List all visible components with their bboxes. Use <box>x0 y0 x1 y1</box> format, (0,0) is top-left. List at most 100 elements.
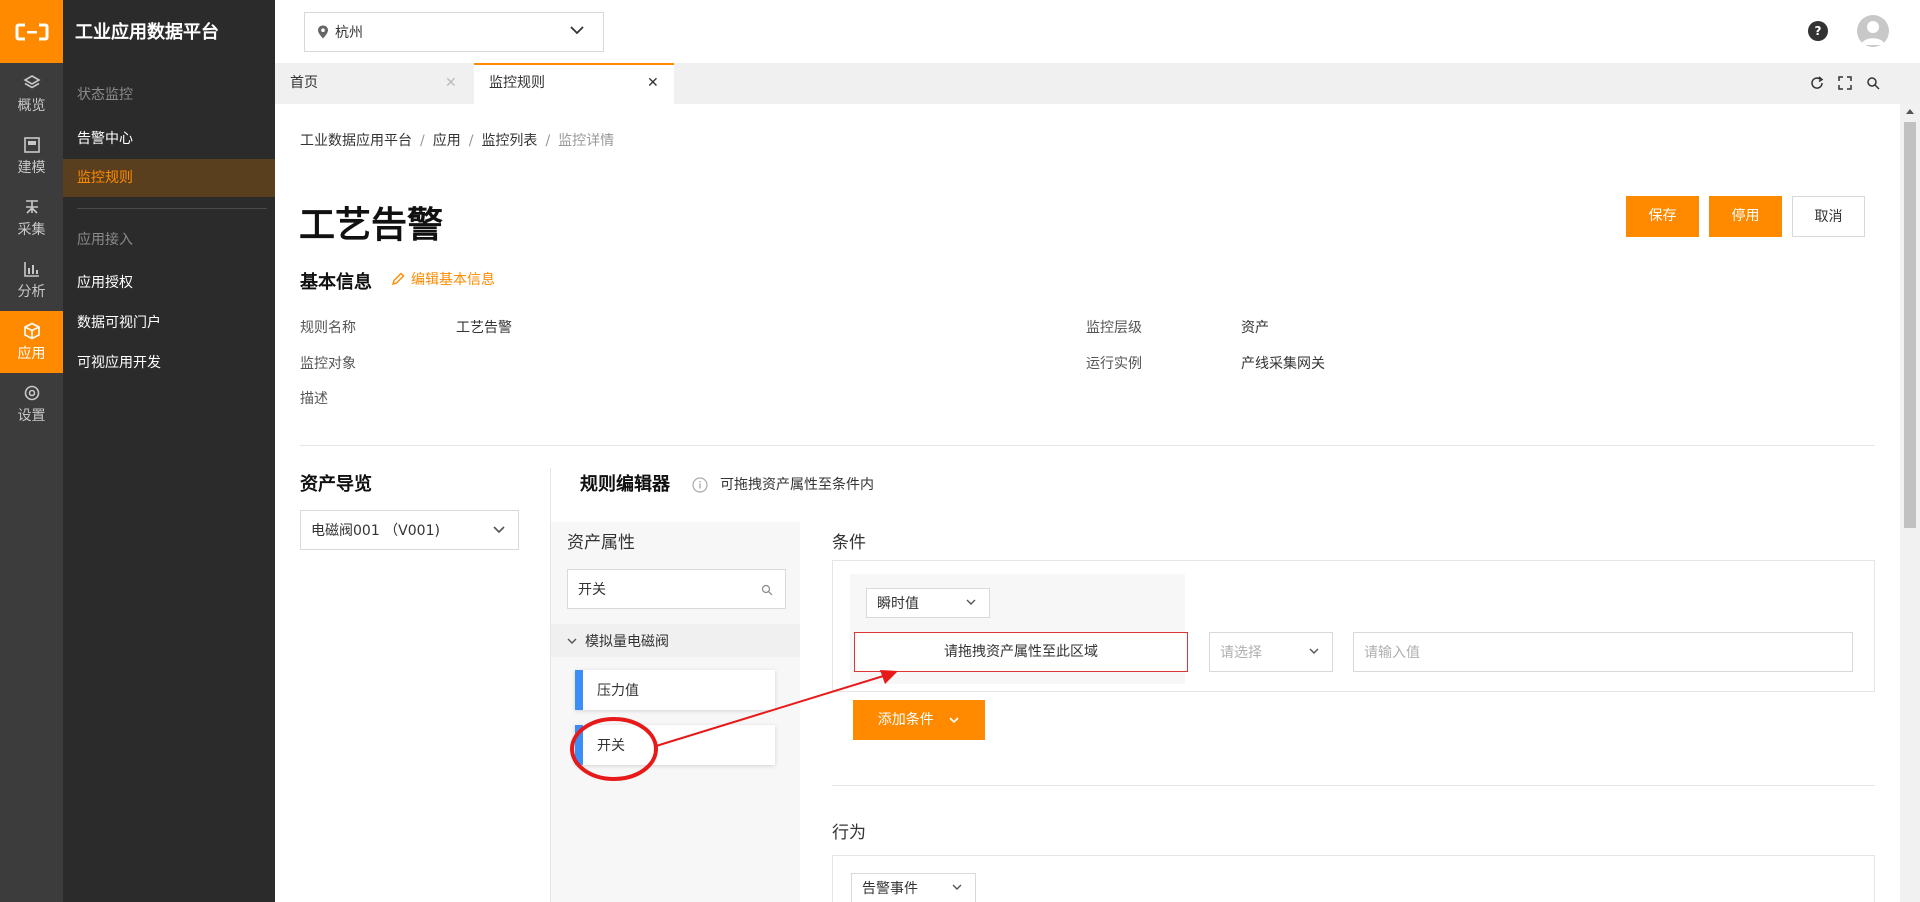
value-type-select[interactable]: 瞬时值 <box>866 588 990 618</box>
logo-icon[interactable] <box>0 0 63 63</box>
asset-nav-title: 资产导览 <box>300 474 372 495</box>
search-icon <box>761 584 773 596</box>
layers-icon <box>22 74 41 88</box>
rail-item-overview[interactable]: 概览 <box>0 63 63 125</box>
basic-info-title: 基本信息 <box>300 272 372 293</box>
cancel-button[interactable]: 取消 <box>1792 196 1865 237</box>
cube-icon <box>23 322 40 339</box>
tab-label: 首页 <box>290 75 318 91</box>
operator-select[interactable]: 请选择 <box>1209 632 1333 672</box>
page-scrollbar[interactable] <box>1900 104 1920 902</box>
rail-label: 应用 <box>17 345 46 362</box>
rail-label: 采集 <box>17 221 46 238</box>
pencil-icon <box>391 272 405 286</box>
search-icon[interactable] <box>1866 76 1880 90</box>
model-icon <box>23 136 40 153</box>
breadcrumb-item[interactable]: 工业数据应用平台 <box>300 133 412 149</box>
property-search-input[interactable]: 开关 <box>567 569 786 609</box>
tab-monitor-rules[interactable]: 监控规则 ✕ <box>474 63 674 104</box>
run-instance-value: 产线采集网关 <box>1241 356 1325 372</box>
value-type-value: 瞬时值 <box>877 596 919 612</box>
chevron-down-icon <box>570 26 584 35</box>
rail-item-apps[interactable]: 应用 <box>0 311 63 373</box>
tab-label: 监控规则 <box>489 75 545 91</box>
page-title: 工艺告警 <box>299 205 444 246</box>
annotation-circle <box>570 717 658 781</box>
close-icon[interactable]: ✕ <box>647 65 659 102</box>
save-button[interactable]: 保存 <box>1626 196 1699 237</box>
tab-toolbar <box>1810 76 1880 90</box>
monitor-object-label: 监控对象 <box>300 356 356 372</box>
nav-item-alarm-center[interactable]: 告警中心 <box>63 120 275 158</box>
annotation-arrowhead <box>880 670 898 684</box>
breadcrumb-item[interactable]: 应用 <box>433 133 461 149</box>
asset-select-value: 电磁阀001 （V001) <box>311 523 440 539</box>
main-content: 工业数据应用平台 / 应用 / 监控列表 / 监控详情 工艺告警 保存 停用 取消 基本信息… <box>275 104 1900 902</box>
annotation-arrow-line <box>655 673 891 747</box>
breadcrumb-current: 监控详情 <box>558 133 615 149</box>
nav-item-visual-dev[interactable]: 可视应用开发 <box>63 344 275 382</box>
edit-basic-info-link[interactable]: 编辑基本信息 <box>391 269 495 289</box>
condition-title: 条件 <box>832 533 866 553</box>
rail-label: 设置 <box>17 407 46 424</box>
rail-label: 概览 <box>17 97 46 114</box>
chevron-down-icon <box>493 526 505 534</box>
scroll-up-icon[interactable] <box>1900 104 1920 120</box>
collect-icon <box>25 199 38 214</box>
asset-properties-title: 资产属性 <box>567 533 635 553</box>
chevron-down-icon <box>949 717 959 724</box>
info-icon <box>692 477 708 493</box>
section-divider <box>832 785 1875 786</box>
rail-label: 建模 <box>17 159 46 176</box>
action-type-value: 告警事件 <box>862 881 918 897</box>
chart-icon <box>23 261 39 277</box>
avatar[interactable] <box>1857 15 1889 47</box>
top-bar: 杭州 ? <box>275 0 1920 63</box>
nav-item-monitor-rules[interactable]: 监控规则 <box>63 159 275 197</box>
condition-value-input[interactable]: 请输入值 <box>1353 632 1853 672</box>
nav-item-data-portal[interactable]: 数据可视门户 <box>63 304 275 342</box>
condition-value-placeholder: 请输入值 <box>1364 645 1420 661</box>
help-icon[interactable]: ? <box>1808 21 1828 41</box>
rail-item-collect[interactable]: 采集 <box>0 187 63 249</box>
action-box <box>832 855 1875 902</box>
nav-divider <box>77 208 267 209</box>
breadcrumb-item[interactable]: 监控列表 <box>481 133 537 149</box>
monitor-level-label: 监控层级 <box>1086 320 1142 336</box>
section-divider <box>300 445 1875 446</box>
rail-item-modeling[interactable]: 建模 <box>0 125 63 187</box>
chevron-down-icon <box>1309 648 1319 654</box>
close-icon[interactable]: ✕ <box>445 63 457 104</box>
rule-name-value: 工艺告警 <box>456 320 512 336</box>
action-type-select[interactable]: 告警事件 <box>851 873 976 902</box>
tab-bar: 首页 ✕ 监控规则 ✕ <box>275 63 1920 104</box>
city-value: 杭州 <box>335 25 363 41</box>
rule-editor-title: 规则编辑器 <box>580 474 670 495</box>
nav-group-app-access: 应用接入 <box>77 232 133 248</box>
asset-select[interactable]: 电磁阀001 （V001) <box>300 510 519 550</box>
description-label: 描述 <box>300 391 328 407</box>
refresh-icon[interactable] <box>1810 76 1824 90</box>
city-select[interactable]: 杭州 <box>304 12 604 52</box>
tree-group-valve[interactable]: 模拟量电磁阀 <box>551 624 800 657</box>
breadcrumb: 工业数据应用平台 / 应用 / 监控列表 / 监控详情 <box>300 133 615 149</box>
tree-group-label: 模拟量电磁阀 <box>585 633 669 650</box>
scrollbar-thumb[interactable] <box>1904 122 1916 528</box>
rule-name-label: 规则名称 <box>300 320 356 336</box>
tab-home[interactable]: 首页 ✕ <box>275 63 465 104</box>
sub-navigation: 工业应用数据平台 状态监控 告警中心 监控规则 应用接入 应用授权 数据可视门户… <box>63 0 275 902</box>
gear-icon <box>24 385 39 400</box>
nav-item-app-auth[interactable]: 应用授权 <box>63 264 275 302</box>
fullscreen-icon[interactable] <box>1838 76 1852 90</box>
location-pin-icon <box>318 25 328 39</box>
chevron-down-icon <box>952 884 962 890</box>
user-avatar-icon <box>1861 21 1885 45</box>
nav-group-status: 状态监控 <box>77 87 133 103</box>
annotation-overlay <box>570 670 898 781</box>
rail-item-analysis[interactable]: 分析 <box>0 249 63 311</box>
chevron-down-icon <box>567 638 577 644</box>
rail-label: 分析 <box>17 283 46 300</box>
run-instance-label: 运行实例 <box>1086 356 1142 372</box>
rail-item-settings[interactable]: 设置 <box>0 373 63 435</box>
disable-button[interactable]: 停用 <box>1709 196 1782 237</box>
